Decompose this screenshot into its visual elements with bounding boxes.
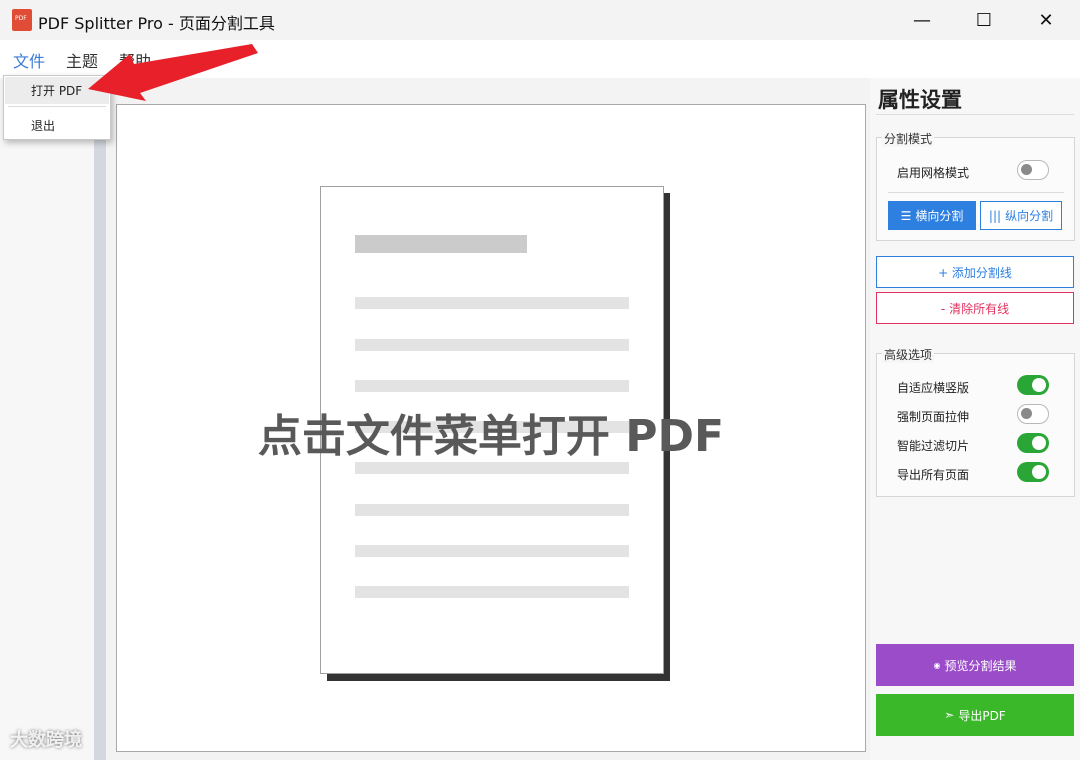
annotation-arrow [88,44,258,101]
